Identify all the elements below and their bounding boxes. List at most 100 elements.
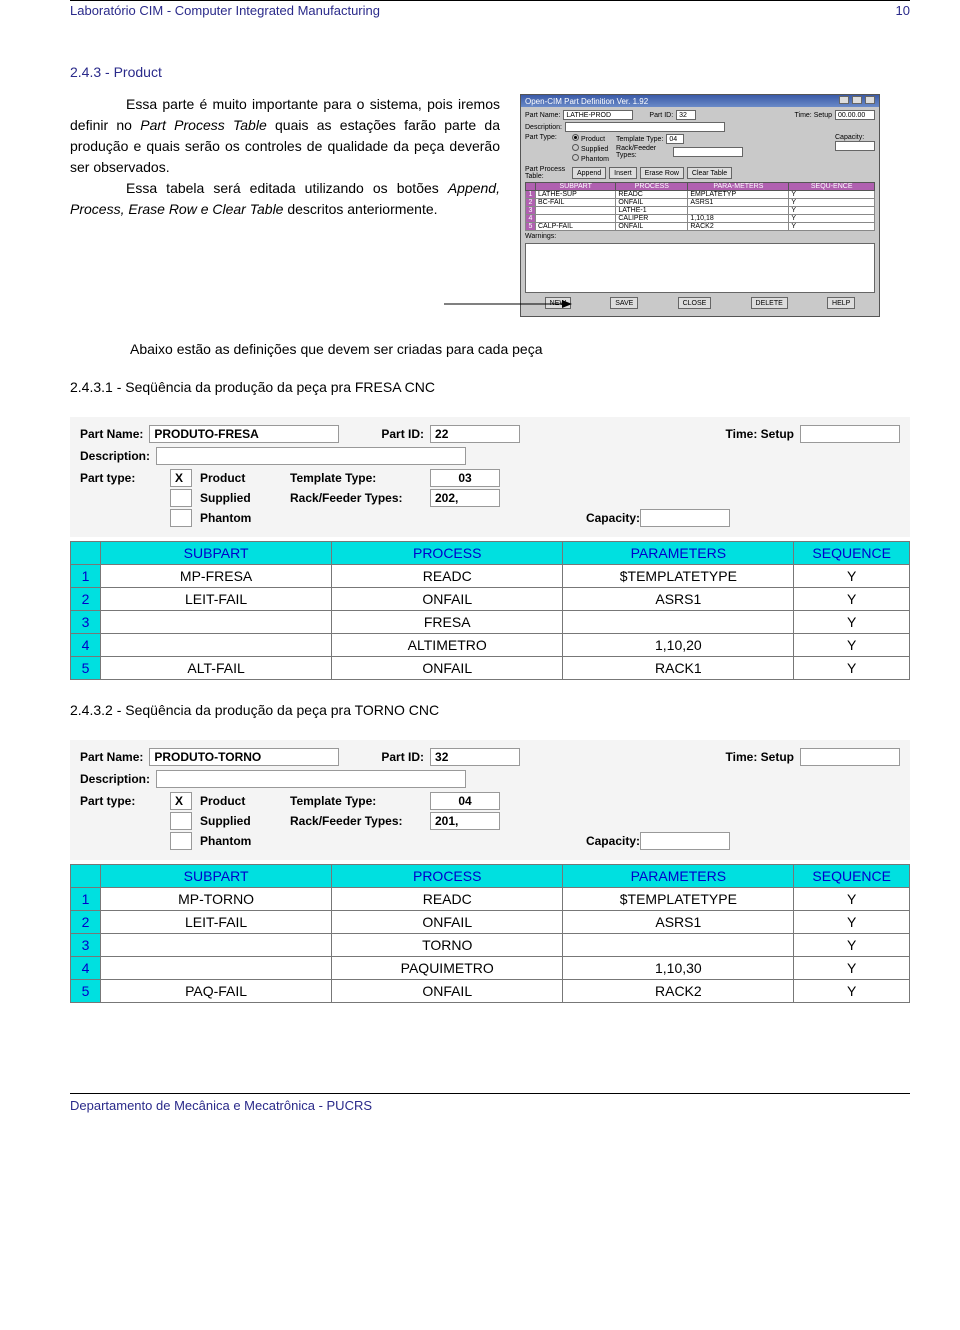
label-rack-feeder: Rack/Feeder Types: [290,491,430,505]
th-process: PROCESS [332,542,563,565]
value-x3 [170,509,192,527]
input-part-id[interactable]: 32 [676,110,696,120]
minimize-icon[interactable] [839,96,849,104]
th-subpart: SUBPART [101,542,332,565]
heading-seq2: 2.4.3.2 - Seqüência da produção da peça … [70,702,910,718]
app-titlebar: Open-CIM Part Definition Ver. 1.92 [521,95,879,107]
label-part-name: Part Name: [80,750,143,764]
value-part-id: 22 [430,425,520,443]
input-template-type[interactable]: 04 [666,134,684,144]
th-sequence: SEQUENCE [794,865,910,888]
th-process: PROCESS [616,183,688,191]
header-title: Laboratório CIM - Computer Integrated Ma… [70,3,380,18]
label-part-name: Part Name: [80,427,143,441]
label-capacity: Capacity: [520,511,640,525]
value-part-id: 32 [430,748,520,766]
th-rownum [71,542,101,565]
button-clear-table[interactable]: Clear Table [687,167,732,179]
radio-supplied[interactable]: Supplied [572,144,609,153]
table-row: 1MP-FRESAREADC$TEMPLATETYPEY [71,565,910,588]
page-footer: Departamento de Mecânica e Mecatrônica -… [70,1093,910,1113]
intro-text: Essa parte é muito importante para o sis… [70,94,500,220]
label-capacity: Capacity: [835,134,875,141]
th-process: PROCESS [332,865,563,888]
close-icon[interactable] [865,96,875,104]
radio-phantom[interactable]: Phantom [572,154,609,163]
table-seq1: SUBPART PROCESS PARAMETERS SEQUENCE 1MP-… [70,541,910,680]
button-delete[interactable]: DELETE [751,297,788,309]
label-rack-feeder: Rack/Feeder Types: [290,814,430,828]
th-rownum [71,865,101,888]
label-description: Description: [80,772,150,786]
label-phantom: Phantom [200,511,290,525]
value-x2 [170,812,192,830]
input-time[interactable]: 00.00.00 [835,110,875,120]
value-x3 [170,832,192,850]
table-row: 3LATHE-1Y [526,207,875,215]
label-template-type: Template Type: [290,794,430,808]
table-row: 2LEIT-FAILONFAILASRS1Y [71,588,910,611]
label-part-id: Part ID: [649,112,673,119]
button-help[interactable]: HELP [827,297,855,309]
input-rack-feeder[interactable] [673,147,743,157]
arrow-indicator [444,294,574,317]
th-parameters: PARAMETERS [563,542,794,565]
sub-statement: Abaixo estão as definições que devem ser… [130,341,910,357]
maximize-icon[interactable] [852,96,862,104]
input-description[interactable] [565,122,725,132]
value-time-setup [800,748,900,766]
label-part-type: Part Type: [525,134,569,141]
table-row: 2LEIT-FAILONFAILASRS1Y [71,911,910,934]
table-row: 1LATHE-SUPREADCEMPLATETYPY [526,191,875,199]
table-seq2: SUBPART PROCESS PARAMETERS SEQUENCE 1MP-… [70,864,910,1003]
button-save[interactable]: SAVE [610,297,638,309]
label-warnings: Warnings: [525,233,556,240]
footer-text: Departamento de Mecânica e Mecatrônica -… [70,1098,372,1113]
form-seq2: Part Name: PRODUTO-TORNO Part ID: 32 Tim… [70,740,910,860]
table-row: 4PAQUIMETRO1,10,30Y [71,957,910,980]
label-supplied: Supplied [200,814,290,828]
label-time: Time: Setup [795,112,832,119]
label-part-type: Part type: [80,471,170,485]
app-ppt-table: SUBPART PROCESS PARA-METERS SEQU-ENCE 1L… [525,182,875,231]
label-part-id: Part ID: [381,427,424,441]
button-append[interactable]: Append [572,167,606,179]
header-page-num: 10 [896,3,910,18]
label-part-type: Part type: [80,794,170,808]
app-window: Open-CIM Part Definition Ver. 1.92 Part … [520,94,880,317]
panel-warnings [525,243,875,293]
value-x: X [170,469,192,487]
table-row: 4CALIPER1,10,18Y [526,215,875,223]
value-template-type: 04 [430,792,500,810]
heading-seq1: 2.4.3.1 - Seqüência da produção da peça … [70,379,910,395]
label-phantom: Phantom [200,834,290,848]
button-erase-row[interactable]: Erase Row [640,167,684,179]
table-row: 3TORNOY [71,934,910,957]
table-row: 5ALT-FAILONFAILRACK1Y [71,657,910,680]
value-part-name: PRODUTO-FRESA [149,425,339,443]
label-description: Description: [80,449,150,463]
table-row: 5PAQ-FAILONFAILRACK2Y [71,980,910,1003]
radio-product[interactable]: Product [572,134,609,143]
th-parameters: PARAMETERS [563,865,794,888]
table-row: 4ALTIMETRO1,10,20Y [71,634,910,657]
th-parameters: PARA-METERS [688,183,789,191]
input-capacity[interactable] [835,141,875,151]
button-insert[interactable]: Insert [609,167,637,179]
label-ppt: Part Process Table: [525,166,569,180]
form-seq1: Part Name: PRODUTO-FRESA Part ID: 22 Tim… [70,417,910,537]
label-part-id: Part ID: [381,750,424,764]
value-description [156,770,466,788]
label-product: Product [200,794,290,808]
label-capacity: Capacity: [520,834,640,848]
value-capacity [640,509,730,527]
th-sequence: SEQUENCE [794,542,910,565]
input-part-name[interactable]: LATHE-PROD [563,110,633,120]
value-part-name: PRODUTO-TORNO [149,748,339,766]
value-description [156,447,466,465]
label-part-name: Part Name: [525,112,560,119]
page-header: Laboratório CIM - Computer Integrated Ma… [70,3,910,24]
button-close[interactable]: CLOSE [678,297,712,309]
label-time-setup: Time: Setup [726,750,794,764]
value-x: X [170,792,192,810]
